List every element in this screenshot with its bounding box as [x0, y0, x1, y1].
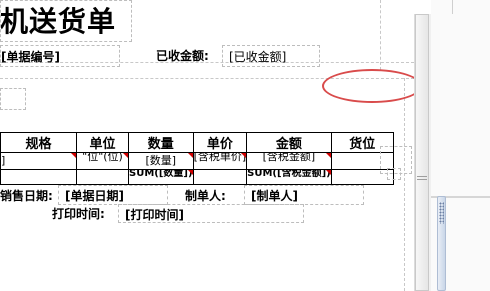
print-time-field: [打印时间]: [125, 208, 184, 222]
table-header-row: 规格 单位 数量 单价 金额 货位: [0, 132, 394, 153]
header-cell-amount[interactable]: 金额: [246, 132, 332, 153]
cell-text: [数量]: [145, 154, 177, 167]
sale-date-label[interactable]: 销售日期:: [0, 188, 53, 204]
detail-table: 规格 单位 数量 单价 金额 货位 ] "位"(位) [数量] [含税单价] […: [0, 132, 394, 185]
sale-date-field: [单据日期]: [65, 189, 124, 203]
cell-qty[interactable]: [数量]: [128, 152, 194, 170]
maker-field: [制单人]: [251, 189, 298, 203]
header-cell-price[interactable]: 单价: [192, 132, 248, 153]
splitter-grip-icon: [439, 202, 444, 224]
received-amount-label[interactable]: 已收金额:: [156, 48, 209, 64]
doc-no-box[interactable]: [单据编号]: [0, 45, 120, 67]
maker-box[interactable]: [制单人]: [244, 185, 364, 205]
header-cell-qty[interactable]: 数量: [128, 132, 194, 153]
received-amount-field: [已收金额]: [229, 50, 287, 64]
cell-text: [含税金额]: [262, 152, 316, 163]
header-cell-spec[interactable]: 规格: [0, 132, 77, 153]
sum-cell-qty[interactable]: SUM([数量]): [128, 169, 194, 185]
overflow-field-box[interactable]: [387, 168, 401, 180]
field-marker-icon: [71, 153, 76, 158]
header-cell-unit[interactable]: 单位: [76, 132, 129, 153]
scrollbar-thumb[interactable]: [415, 14, 429, 291]
table-row: ] "位"(位) [数量] [含税单价] [含税金额]: [0, 152, 394, 170]
cell-price[interactable]: [含税单价]: [192, 152, 248, 170]
sum-cell-amount[interactable]: SUM([含税金额]): [246, 169, 332, 185]
sum-cell-unit[interactable]: [76, 169, 129, 185]
cell-amount[interactable]: [含税金额]: [246, 152, 332, 170]
cell-text: SUM([含税金额]): [247, 169, 331, 179]
scrollbar-grip-icon: [417, 176, 427, 177]
doc-no-field: [单据编号]: [1, 50, 60, 64]
field-marker-icon: [325, 153, 331, 158]
print-time-label[interactable]: 打印时间:: [52, 206, 105, 222]
cell-text: SUM([数量]): [129, 169, 193, 179]
field-marker-icon: [241, 153, 246, 158]
title-box: [0, 0, 132, 42]
panel-divider: [452, 0, 453, 14]
table-summary-row: SUM([数量]) SUM([含税金额]): [0, 169, 394, 185]
field-marker-icon: [187, 153, 193, 158]
cell-unit[interactable]: "位"(位): [76, 152, 129, 170]
field-marker-icon: [325, 170, 331, 175]
scrollbar-grip-icon: [417, 179, 427, 180]
margin-guide-line: [380, 0, 381, 70]
sum-cell-spec[interactable]: [0, 169, 77, 185]
cell-spec[interactable]: ]: [0, 152, 77, 170]
received-amount-box[interactable]: [已收金额]: [222, 45, 320, 67]
print-time-box[interactable]: [打印时间]: [118, 204, 304, 223]
field-marker-icon: [123, 153, 128, 158]
highlight-oval: [322, 69, 422, 103]
margin-guide-line: [404, 78, 405, 291]
cell-text: ]: [1, 154, 6, 167]
field-marker-icon: [187, 170, 193, 175]
maker-label[interactable]: 制单人:: [185, 188, 226, 204]
sale-date-box[interactable]: [单据日期]: [58, 185, 168, 205]
cell-text: [含税单价]: [193, 152, 247, 163]
sum-cell-price[interactable]: [192, 169, 248, 185]
cell-text: "位"(位): [82, 152, 123, 163]
empty-field-box[interactable]: [0, 88, 26, 110]
